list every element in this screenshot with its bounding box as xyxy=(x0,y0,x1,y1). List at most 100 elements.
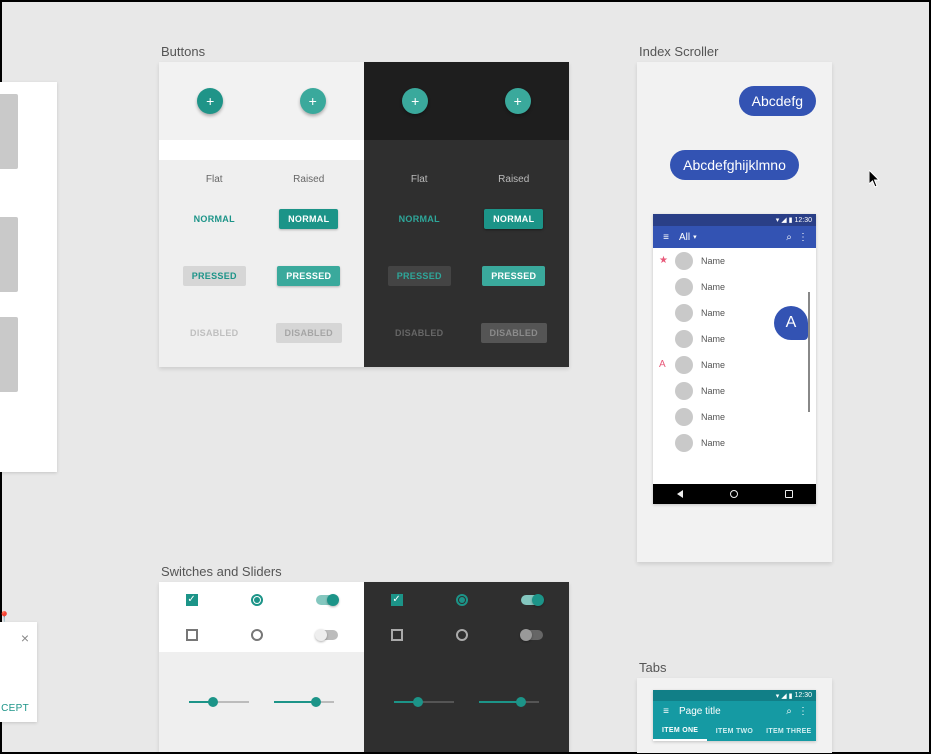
column-header-flat: Flat xyxy=(372,174,467,185)
page-title: Page title xyxy=(673,706,782,717)
phone-mockup: ▾ ◢ ▮ 12:30 ≡ Page title ⌕ ⋮ ITEM ONEITE… xyxy=(653,690,816,741)
switch-off[interactable] xyxy=(316,630,338,640)
close-icon[interactable]: × xyxy=(21,630,29,646)
chevron-down-icon: ▾ xyxy=(693,233,697,241)
fab-button[interactable]: + xyxy=(197,88,223,114)
app-bar: ≡ Page title ⌕ ⋮ xyxy=(653,701,816,721)
slider[interactable] xyxy=(394,701,454,703)
radio-on[interactable] xyxy=(456,594,468,606)
buttons-dark-theme: + + Flat Raised NORMAL NORMAL PRESSED PR… xyxy=(364,62,569,367)
flat-button-pressed[interactable]: PRESSED xyxy=(388,266,451,286)
back-icon[interactable] xyxy=(677,490,683,498)
search-icon[interactable]: ⌕ xyxy=(782,706,796,717)
sliders-dark xyxy=(364,652,569,752)
fab-row: + + xyxy=(159,62,364,140)
tabs-panel: ▾ ◢ ▮ 12:30 ≡ Page title ⌕ ⋮ ITEM ONEITE… xyxy=(637,678,832,753)
flat-button-normal[interactable]: NORMAL xyxy=(390,209,449,229)
contact-row[interactable]: Name xyxy=(653,248,816,274)
status-bar: ▾ ◢ ▮ 12:30 xyxy=(653,214,816,226)
contact-row[interactable]: Name xyxy=(653,378,816,404)
tab-item[interactable]: ITEM THREE xyxy=(762,721,816,741)
favorites-star-icon: ★ xyxy=(659,255,668,266)
status-bar: ▾ ◢ ▮ 12:30 xyxy=(653,690,816,701)
slider[interactable] xyxy=(274,701,334,703)
accept-button[interactable]: CEPT xyxy=(1,703,29,714)
status-time: 12:30 xyxy=(794,217,812,224)
tooltip-chip: Abcdefg xyxy=(739,86,816,116)
switch-on[interactable] xyxy=(521,595,543,605)
buttons-panel: + + Flat Raised NORMAL NORMAL PRESSED PR… xyxy=(159,62,569,367)
raised-button-pressed[interactable]: PRESSED xyxy=(277,266,340,286)
raised-button-normal[interactable]: NORMAL xyxy=(484,209,543,229)
index-scroller-bubble[interactable]: A xyxy=(774,306,808,340)
checkbox-on[interactable]: ✓ xyxy=(391,594,403,606)
checkbox-off[interactable]: ✓ xyxy=(391,629,403,641)
column-header-flat: Flat xyxy=(167,174,262,185)
fab-button[interactable]: + xyxy=(300,88,326,114)
dropdown-all[interactable]: All ▾ xyxy=(673,232,782,243)
home-icon[interactable] xyxy=(730,490,738,498)
contact-name: Name xyxy=(701,308,725,318)
scrollbar-track[interactable] xyxy=(808,292,810,412)
menu-icon[interactable]: ≡ xyxy=(659,706,673,717)
slider[interactable] xyxy=(189,701,249,703)
switch-off[interactable] xyxy=(521,630,543,640)
avatar xyxy=(675,252,693,270)
radio-on[interactable] xyxy=(251,594,263,606)
left-partial-card: ➦ 📍 xyxy=(0,82,57,472)
search-icon[interactable]: ⌕ xyxy=(782,232,796,243)
flat-button-disabled: DISABLED xyxy=(181,323,247,343)
recents-icon[interactable] xyxy=(785,490,793,498)
avatar xyxy=(675,278,693,296)
radio-off[interactable] xyxy=(456,629,468,641)
contact-row[interactable]: Name xyxy=(653,352,816,378)
cursor-icon xyxy=(869,170,883,193)
battery-icon: ▮ xyxy=(789,692,793,700)
switch-on[interactable] xyxy=(316,595,338,605)
menu-icon[interactable]: ≡ xyxy=(659,232,673,243)
photo-tile xyxy=(0,94,18,169)
slider[interactable] xyxy=(479,701,539,703)
contact-name: Name xyxy=(701,334,725,344)
fab-button[interactable]: + xyxy=(505,88,531,114)
column-header-raised: Raised xyxy=(262,174,357,185)
tab-item[interactable]: ITEM ONE xyxy=(653,721,707,741)
battery-icon: ▮ xyxy=(789,216,793,224)
photo-tile xyxy=(0,217,18,292)
tab-item[interactable]: ITEM TWO xyxy=(707,721,761,741)
status-time: 12:30 xyxy=(794,692,812,699)
contact-row[interactable]: Name xyxy=(653,274,816,300)
avatar xyxy=(675,382,693,400)
raised-button-disabled: DISABLED xyxy=(481,323,547,343)
contact-name: Name xyxy=(701,412,725,422)
more-icon[interactable]: ⋮ xyxy=(796,232,810,243)
flat-button-normal[interactable]: NORMAL xyxy=(185,209,244,229)
contact-row[interactable]: Name xyxy=(653,404,816,430)
raised-button-pressed[interactable]: PRESSED xyxy=(482,266,545,286)
raised-button-disabled: DISABLED xyxy=(276,323,342,343)
contact-list[interactable]: ★ A NameNameNameNameNameNameNameName A xyxy=(653,248,816,484)
section-label-switches: Switches and Sliders xyxy=(161,564,282,579)
contact-row[interactable]: Name xyxy=(653,430,816,456)
fab-row: + + xyxy=(364,62,569,140)
signal-icon: ◢ xyxy=(781,216,786,224)
avatar xyxy=(675,408,693,426)
avatar xyxy=(675,330,693,348)
left-partial-dialog: × CEPT xyxy=(0,622,37,722)
more-icon[interactable]: ⋮ xyxy=(796,706,810,717)
raised-button-normal[interactable]: NORMAL xyxy=(279,209,338,229)
wifi-icon: ▾ xyxy=(776,216,780,224)
tabs-row: ITEM ONEITEM TWOITEM THREE xyxy=(653,721,816,741)
radio-off[interactable] xyxy=(251,629,263,641)
checkbox-off[interactable]: ✓ xyxy=(186,629,198,641)
phone-mockup: ▾ ◢ ▮ 12:30 ≡ All ▾ ⌕ ⋮ ★ A NameNameName… xyxy=(653,214,816,504)
section-label-index-scroller: Index Scroller xyxy=(639,44,718,59)
switches-sliders-panel: ✓ ✓ ✓ ✓ xyxy=(159,582,569,752)
contact-name: Name xyxy=(701,386,725,396)
flat-button-pressed[interactable]: PRESSED xyxy=(183,266,246,286)
sliders-light xyxy=(159,652,364,752)
tooltip-chip: Abcdefghijklmno xyxy=(670,150,799,180)
fab-button[interactable]: + xyxy=(402,88,428,114)
checkbox-on[interactable]: ✓ xyxy=(186,594,198,606)
android-nav-bar xyxy=(653,484,816,504)
